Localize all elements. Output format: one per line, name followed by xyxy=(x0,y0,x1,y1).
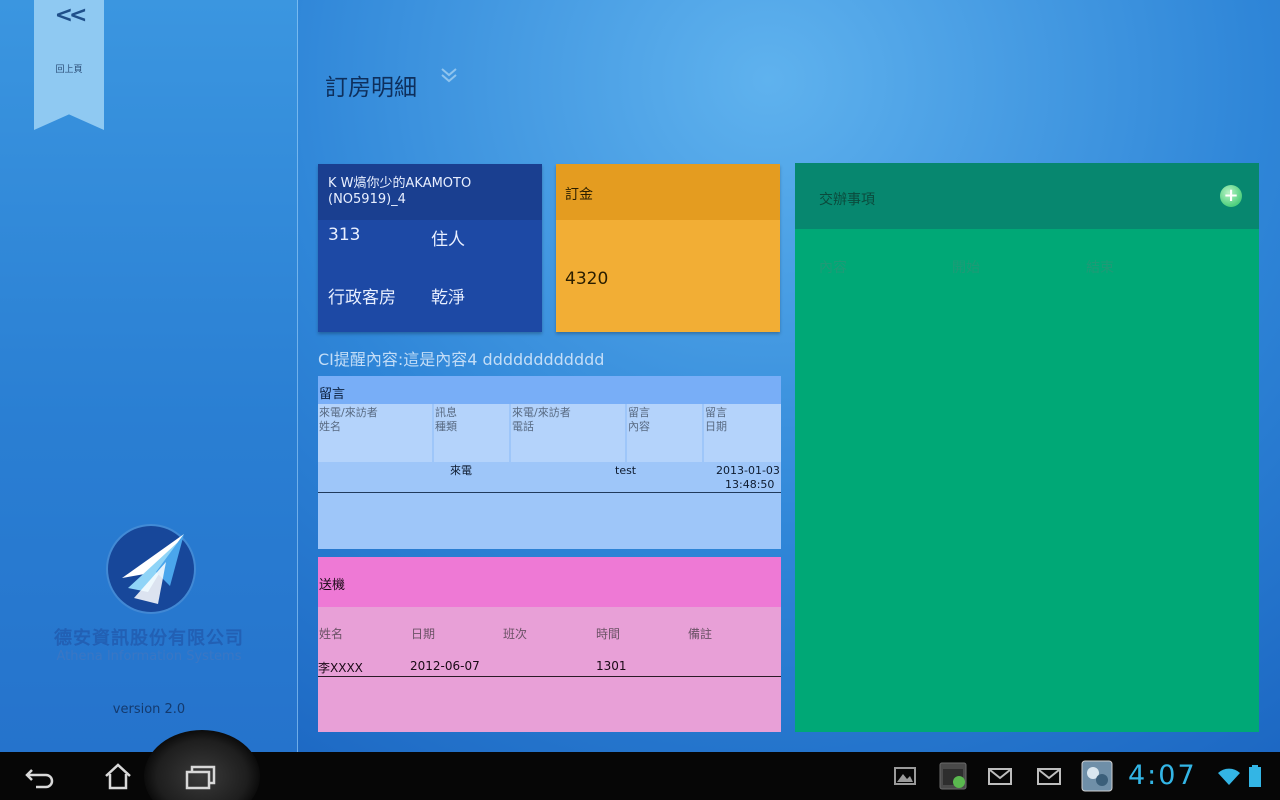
battery-icon xyxy=(1248,764,1262,788)
tasks-panel: 交辦事項 + 內容 開始 結束 xyxy=(795,163,1259,732)
deposit-card[interactable]: 訂金 4320 xyxy=(556,164,780,332)
shuttle-title: 送機 xyxy=(318,557,781,607)
recents-nav-icon[interactable] xyxy=(181,760,221,792)
message-content-cell: test xyxy=(615,464,637,477)
page-title: 訂房明細 xyxy=(325,75,417,101)
messages-col-name: 來電/來訪者 姓名 xyxy=(318,404,432,462)
shuttle-panel: 送機 姓名 日期 班次 時間 備註 李XXXX 2012-06-07 1301 xyxy=(318,557,781,732)
messages-col-date: 留言 日期 xyxy=(704,404,781,462)
room-card[interactable]: K W熇你少的AKAMOTO (NO5919)_4 313 住人 行政客房 乾淨 xyxy=(318,164,542,332)
room-number: 313 xyxy=(328,225,361,245)
double-chevron-left-icon: << xyxy=(54,3,88,28)
system-bar: 4:07 xyxy=(0,730,1280,800)
shuttle-date-cell: 2012-06-07 xyxy=(410,659,480,673)
message-type-cell: 來電 xyxy=(450,464,472,477)
room-type: 行政客房 xyxy=(328,288,396,308)
clock: 4:07 xyxy=(1128,760,1197,791)
mail-notification-icon[interactable] xyxy=(987,764,1013,788)
back-button[interactable]: << 回上頁 xyxy=(34,0,104,130)
app-thumbnail-notification-icon[interactable] xyxy=(1081,760,1113,792)
sidebar: << 回上頁 德安資訊股份有限公司 Athena Information Sys… xyxy=(0,0,298,752)
messages-col-phone: 來電/來訪者 電話 xyxy=(511,404,625,462)
guest-name: K W熇你少的AKAMOTO (NO5919)_4 xyxy=(318,164,542,220)
wifi-icon xyxy=(1216,764,1242,788)
ci-reminder: CI提醒內容:這是內容4 dddddddddddd xyxy=(318,350,605,369)
message-date-cell: 2013-01-03 xyxy=(716,464,780,477)
shuttle-col-date: 日期 xyxy=(411,627,436,641)
company-name: 德安資訊股份有限公司 xyxy=(54,628,244,649)
table-row[interactable]: 來電 test 2013-01-03 13:48:50 xyxy=(318,462,781,493)
shuttle-col-flight: 班次 xyxy=(503,627,528,641)
shuttle-name-cell: 李XXXX xyxy=(318,661,363,675)
company-logo xyxy=(108,526,194,612)
messages-title: 留言 xyxy=(318,376,781,404)
table-row[interactable]: 李XXXX 2012-06-07 1301 xyxy=(318,653,781,677)
tasks-col-start: 開始 xyxy=(952,260,980,276)
messages-col-content: 留言 內容 xyxy=(627,404,702,462)
clean-status: 乾淨 xyxy=(431,288,465,308)
messages-panel: 留言 來電/來訪者 姓名 訊息 種類 來電/來訪者 電話 留言 內容 留言 日期… xyxy=(318,376,781,549)
shuttle-col-name: 姓名 xyxy=(319,627,344,641)
mail-notification-icon-2[interactable] xyxy=(1036,764,1062,788)
tasks-col-content: 內容 xyxy=(819,260,847,276)
messages-col-type: 訊息 種類 xyxy=(434,404,509,462)
plus-icon: + xyxy=(1223,185,1239,206)
tasks-col-end: 結束 xyxy=(1086,260,1114,276)
tasks-title: 交辦事項 xyxy=(795,163,1259,229)
paper-plane-logo-icon xyxy=(122,534,184,604)
shuttle-col-note: 備註 xyxy=(688,627,713,641)
home-nav-icon[interactable] xyxy=(98,760,138,792)
gallery-notification-icon[interactable] xyxy=(892,764,918,788)
room-status: 住人 xyxy=(431,230,465,250)
back-label: 回上頁 xyxy=(55,65,83,75)
deposit-label: 訂金 xyxy=(556,164,780,220)
back-nav-icon[interactable] xyxy=(22,760,62,792)
deposit-amount: 4320 xyxy=(565,269,609,289)
message-time-cell: 13:48:50 xyxy=(725,478,775,491)
shuttle-col-time: 時間 xyxy=(596,627,621,641)
company-name-en: Athena Information Systems xyxy=(56,649,242,664)
add-task-button[interactable]: + xyxy=(1220,185,1242,207)
shuttle-time-cell: 1301 xyxy=(596,659,627,673)
app-update-notification-icon[interactable] xyxy=(938,761,968,791)
version-label: version 2.0 xyxy=(112,702,186,717)
chevron-down-icon[interactable] xyxy=(440,66,458,87)
